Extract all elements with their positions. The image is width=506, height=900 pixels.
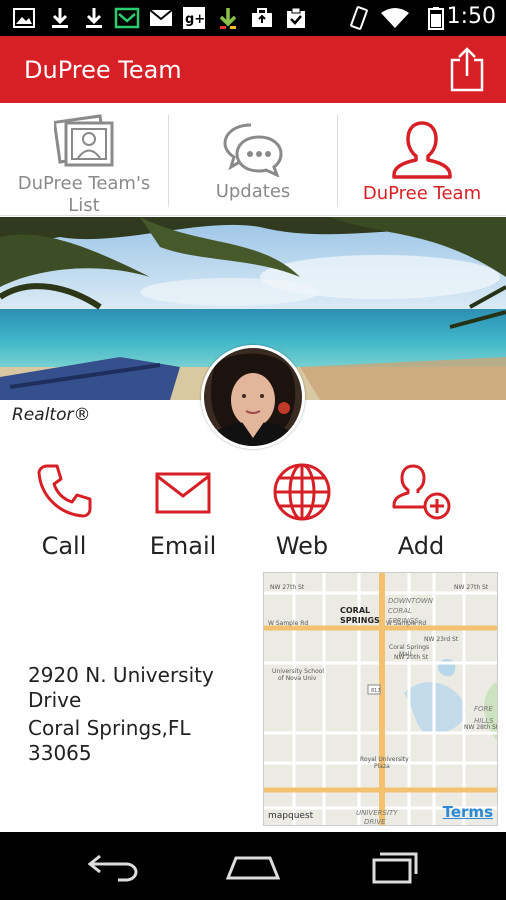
svg-text:HILLS: HILLS xyxy=(474,717,494,725)
google-plus-icon: g+ xyxy=(183,7,205,29)
tab-bar: DuPree Team's List Updates DuPree Team xyxy=(0,103,506,216)
vibrate-icon xyxy=(350,6,368,30)
inbox-icon xyxy=(114,7,140,29)
svg-text:of Nova Univ: of Nova Univ xyxy=(278,675,317,682)
location-map[interactable]: NW 27th St NW 27th St W Sample Rd W Samp… xyxy=(263,572,498,826)
tab-updates[interactable]: Updates xyxy=(169,103,337,216)
avatar xyxy=(201,345,305,449)
call-label: Call xyxy=(41,532,87,560)
phone-icon xyxy=(37,464,92,518)
svg-text:SPRINGS: SPRINGS xyxy=(340,616,380,625)
add-contact-icon xyxy=(392,464,451,520)
download-icon xyxy=(52,8,68,28)
clipboard-check-icon xyxy=(287,7,305,28)
status-bar: g+ 1:50 xyxy=(0,0,506,36)
svg-text:g+: g+ xyxy=(185,12,205,27)
map-provider-logo: mapquest xyxy=(268,811,314,821)
battery-icon xyxy=(428,7,444,30)
gallery-icon xyxy=(13,8,35,28)
gmail-icon xyxy=(149,9,173,26)
web-label: Web xyxy=(275,532,329,560)
app-bar: DuPree Team xyxy=(0,36,506,103)
photos-icon xyxy=(54,114,114,167)
web-button[interactable]: Web xyxy=(247,460,357,560)
svg-text:NW 27th St: NW 27th St xyxy=(454,584,489,591)
call-button[interactable]: Call xyxy=(9,460,119,560)
envelope-icon xyxy=(155,472,211,514)
app-download-icon xyxy=(219,8,237,29)
wifi-icon xyxy=(381,8,409,28)
address-line-1: 2920 N. University Drive xyxy=(28,663,214,712)
share-icon[interactable] xyxy=(448,46,486,92)
globe-icon xyxy=(273,463,331,521)
tab-team-list[interactable]: DuPree Team's List xyxy=(0,103,168,216)
briefcase-icon xyxy=(252,8,272,27)
svg-text:DOWNTOWN: DOWNTOWN xyxy=(388,597,434,605)
address-block: 2920 N. University Drive Coral Springs,F… xyxy=(28,663,248,769)
add-label: Add xyxy=(397,532,445,560)
tab-label: DuPree Team's List xyxy=(17,173,151,216)
email-button[interactable]: Email xyxy=(128,460,238,560)
svg-text:University School: University School xyxy=(272,668,324,675)
home-icon[interactable] xyxy=(218,846,288,886)
svg-text:NW 27th St: NW 27th St xyxy=(270,584,305,591)
address-line-2: Coral Springs,FL 33065 xyxy=(28,716,191,765)
recents-icon[interactable] xyxy=(360,846,430,886)
svg-text:UNIVERSITY: UNIVERSITY xyxy=(356,809,398,817)
add-contact-button[interactable]: Add xyxy=(366,460,476,560)
profile-tagline: Realtor® xyxy=(12,405,91,425)
svg-text:817: 817 xyxy=(371,688,381,694)
svg-text:W Sample Rd: W Sample Rd xyxy=(268,620,308,627)
svg-text:Royal University: Royal University xyxy=(360,756,409,763)
svg-text:NW 28th St: NW 28th St xyxy=(464,724,498,731)
svg-text:SPRINGS: SPRINGS xyxy=(388,617,419,625)
svg-text:CORAL: CORAL xyxy=(340,606,370,615)
person-icon xyxy=(392,121,452,179)
svg-text:DRIVE: DRIVE xyxy=(364,818,386,826)
svg-text:NW 23rd St: NW 23rd St xyxy=(424,636,459,643)
download-icon xyxy=(86,8,102,28)
tab-dupree-team[interactable]: DuPree Team xyxy=(338,103,506,216)
svg-text:FORE: FORE xyxy=(474,705,493,713)
chat-bubbles-icon xyxy=(223,123,283,177)
email-label: Email xyxy=(149,532,217,560)
navigation-bar xyxy=(0,832,506,900)
svg-text:Plaza: Plaza xyxy=(374,763,390,770)
clock: 1:50 xyxy=(446,4,496,29)
tab-label: Updates xyxy=(215,181,291,202)
svg-text:CORAL: CORAL xyxy=(388,607,412,615)
back-icon[interactable] xyxy=(78,846,148,886)
map-terms-link[interactable]: Terms xyxy=(443,803,493,821)
app-title: DuPree Team xyxy=(24,56,182,84)
svg-text:Mall: Mall xyxy=(399,651,412,658)
tab-label: DuPree Team xyxy=(362,183,482,204)
svg-text:Coral Springs: Coral Springs xyxy=(389,644,429,651)
